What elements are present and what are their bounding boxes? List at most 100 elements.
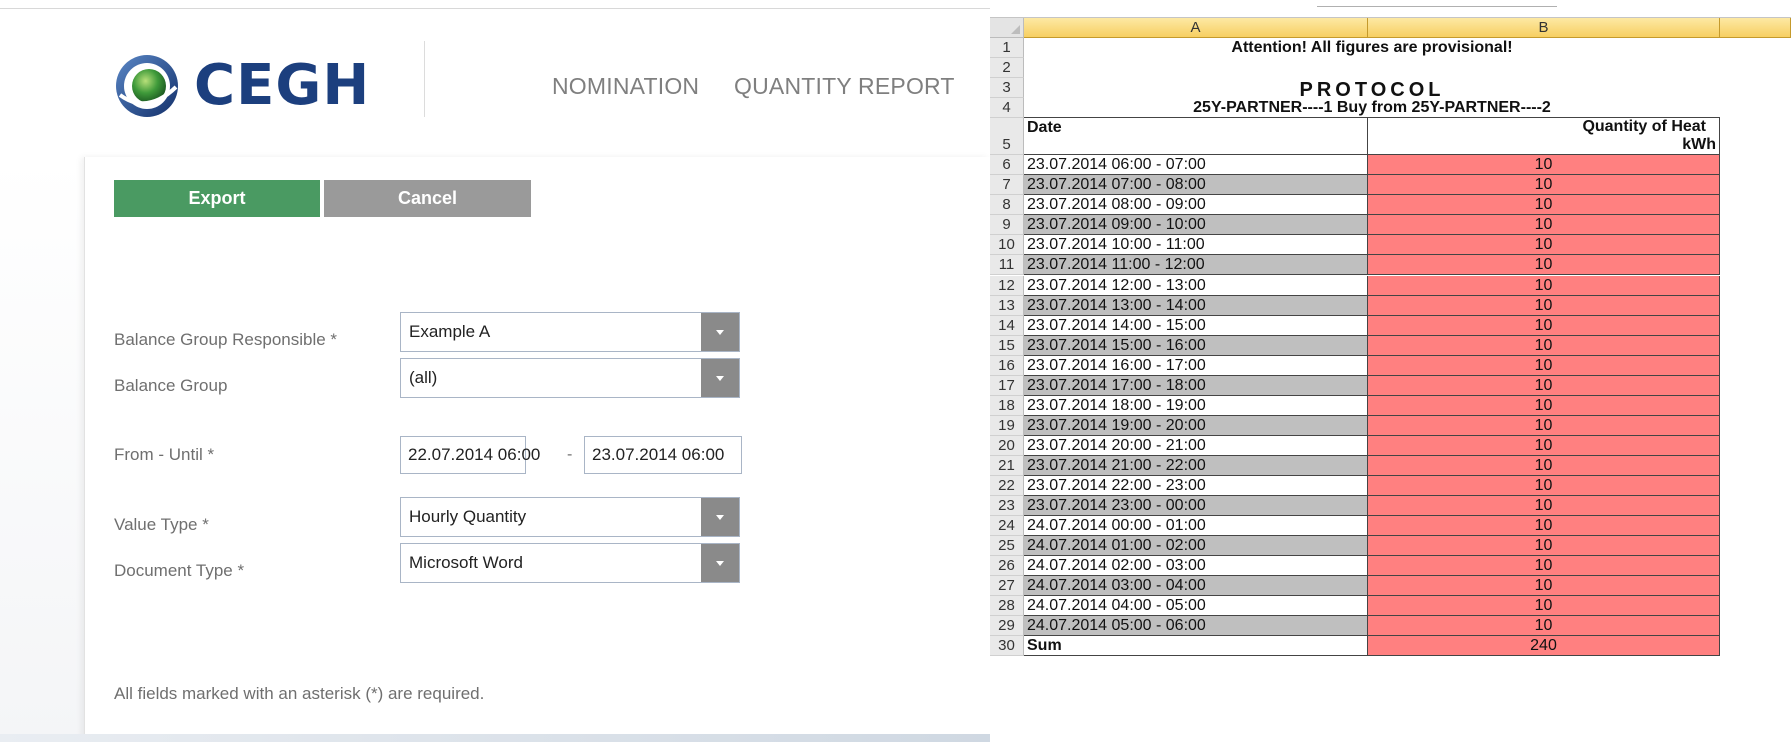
date-cell[interactable]: 23.07.2014 21:00 - 22:00 — [1024, 455, 1368, 476]
date-cell[interactable]: 23.07.2014 13:00 - 14:00 — [1024, 295, 1368, 316]
quantity-cell[interactable]: 10 — [1368, 275, 1720, 296]
balance-group-select[interactable]: (all) — [400, 358, 740, 398]
column-header-a[interactable]: A — [1024, 18, 1368, 38]
date-cell[interactable]: 23.07.2014 22:00 - 23:00 — [1024, 476, 1368, 497]
row-number[interactable]: 26 — [990, 556, 1024, 577]
row-number[interactable]: 5 — [990, 118, 1024, 156]
quantity-cell[interactable]: 10 — [1368, 616, 1720, 637]
chevron-down-icon[interactable] — [701, 313, 739, 351]
row-number[interactable]: 1 — [990, 38, 1024, 59]
row-number[interactable]: 28 — [990, 596, 1024, 617]
protocol-title: PROTOCOL — [1299, 79, 1445, 102]
quantity-cell[interactable]: 10 — [1368, 476, 1720, 497]
chevron-down-icon[interactable] — [701, 359, 739, 397]
row-number[interactable]: 10 — [990, 235, 1024, 256]
date-cell[interactable]: 23.07.2014 23:00 - 00:00 — [1024, 496, 1368, 517]
quantity-cell[interactable]: 10 — [1368, 215, 1720, 236]
quantity-cell[interactable]: 10 — [1368, 235, 1720, 256]
date-cell[interactable]: 23.07.2014 12:00 - 13:00 — [1024, 275, 1368, 296]
row-number[interactable]: 9 — [990, 215, 1024, 236]
date-cell[interactable]: 23.07.2014 15:00 - 16:00 — [1024, 335, 1368, 356]
date-cell[interactable]: 23.07.2014 08:00 - 09:00 — [1024, 195, 1368, 216]
date-cell[interactable]: 24.07.2014 00:00 - 01:00 — [1024, 516, 1368, 537]
row-number[interactable]: 7 — [990, 175, 1024, 196]
row-number[interactable]: 19 — [990, 415, 1024, 436]
cancel-button[interactable]: Cancel — [324, 180, 531, 217]
select-all-corner[interactable] — [990, 18, 1024, 38]
quantity-cell[interactable]: 10 — [1368, 335, 1720, 356]
row-number[interactable]: 18 — [990, 395, 1024, 416]
date-cell[interactable]: 24.07.2014 04:00 - 05:00 — [1024, 596, 1368, 617]
row-number[interactable]: 2 — [990, 58, 1024, 79]
document-type-select[interactable]: Microsoft Word — [400, 543, 740, 583]
date-cell[interactable]: 23.07.2014 09:00 - 10:00 — [1024, 215, 1368, 236]
row-number[interactable]: 12 — [990, 275, 1024, 296]
quantity-cell[interactable]: 10 — [1368, 295, 1720, 316]
row-number[interactable]: 8 — [990, 195, 1024, 216]
date-cell[interactable]: 23.07.2014 17:00 - 18:00 — [1024, 375, 1368, 396]
chevron-down-icon[interactable] — [701, 498, 739, 536]
row-number[interactable]: 22 — [990, 476, 1024, 497]
date-cell[interactable]: 23.07.2014 11:00 - 12:00 — [1024, 255, 1368, 276]
date-cell[interactable]: 23.07.2014 10:00 - 11:00 — [1024, 235, 1368, 256]
row-number[interactable]: 6 — [990, 155, 1024, 176]
quantity-cell[interactable]: 10 — [1368, 455, 1720, 476]
date-cell[interactable]: 23.07.2014 07:00 - 08:00 — [1024, 175, 1368, 196]
quantity-cell[interactable]: 10 — [1368, 496, 1720, 517]
export-button[interactable]: Export — [114, 180, 320, 217]
balance-group-responsible-select[interactable]: Example A — [400, 312, 740, 352]
row-number[interactable]: 4 — [990, 98, 1024, 119]
date-cell[interactable]: 24.07.2014 01:00 - 02:00 — [1024, 536, 1368, 557]
sum-label-cell[interactable]: Sum — [1024, 636, 1368, 657]
date-cell[interactable]: 23.07.2014 16:00 - 17:00 — [1024, 355, 1368, 376]
row-number[interactable]: 30 — [990, 636, 1024, 657]
quantity-cell[interactable]: 10 — [1368, 395, 1720, 416]
column-header-c[interactable] — [1720, 18, 1791, 38]
date-cell[interactable]: 23.07.2014 18:00 - 19:00 — [1024, 395, 1368, 416]
row-number[interactable]: 11 — [990, 255, 1024, 276]
quantity-cell[interactable]: 10 — [1368, 596, 1720, 617]
row-number[interactable]: 14 — [990, 315, 1024, 336]
quantity-cell[interactable]: 10 — [1368, 516, 1720, 537]
row-number[interactable]: 25 — [990, 536, 1024, 557]
date-cell[interactable]: 23.07.2014 14:00 - 15:00 — [1024, 315, 1368, 336]
quantity-cell[interactable]: 10 — [1368, 355, 1720, 376]
date-cell[interactable]: 23.07.2014 06:00 - 07:00 — [1024, 155, 1368, 176]
row-number[interactable]: 29 — [990, 616, 1024, 637]
chevron-down-icon[interactable] — [701, 544, 739, 582]
quantity-cell[interactable]: 10 — [1368, 536, 1720, 557]
date-cell[interactable]: 23.07.2014 20:00 - 21:00 — [1024, 435, 1368, 456]
from-date-input[interactable]: 22.07.2014 06:00 — [400, 436, 540, 474]
until-date-input[interactable]: 23.07.2014 06:00 — [584, 436, 742, 474]
column-header-b[interactable]: B — [1368, 18, 1720, 38]
row-number[interactable]: 24 — [990, 516, 1024, 537]
quantity-cell[interactable]: 10 — [1368, 576, 1720, 597]
row-number[interactable]: 13 — [990, 295, 1024, 316]
value-type-select[interactable]: Hourly Quantity — [400, 497, 740, 537]
date-cell[interactable]: 23.07.2014 19:00 - 20:00 — [1024, 415, 1368, 436]
quantity-cell[interactable]: 10 — [1368, 255, 1720, 276]
row-number[interactable]: 23 — [990, 496, 1024, 517]
row-number[interactable]: 27 — [990, 576, 1024, 597]
quantity-cell[interactable]: 10 — [1368, 415, 1720, 436]
quantity-cell[interactable]: 10 — [1368, 435, 1720, 456]
sum-quantity-cell[interactable]: 240 — [1368, 636, 1720, 657]
quantity-cell[interactable]: 10 — [1368, 315, 1720, 336]
date-cell[interactable]: 24.07.2014 05:00 - 06:00 — [1024, 616, 1368, 637]
row-number[interactable]: 16 — [990, 355, 1024, 376]
row-number[interactable]: 17 — [990, 375, 1024, 396]
date-cell[interactable]: 24.07.2014 02:00 - 03:00 — [1024, 556, 1368, 577]
row-number[interactable]: 3 — [990, 78, 1024, 99]
nav-quantity-report[interactable]: QUANTITY REPORT — [734, 73, 955, 100]
quantity-cell[interactable]: 10 — [1368, 195, 1720, 216]
row-number[interactable]: 20 — [990, 435, 1024, 456]
quantity-cell[interactable]: 10 — [1368, 375, 1720, 396]
nav-nomination[interactable]: NOMINATION — [552, 73, 699, 100]
quantity-cell[interactable]: 10 — [1368, 155, 1720, 176]
row-number[interactable]: 15 — [990, 335, 1024, 356]
row-number[interactable]: 21 — [990, 455, 1024, 476]
cegh-logo[interactable]: CEGH — [112, 51, 412, 121]
quantity-cell[interactable]: 10 — [1368, 556, 1720, 577]
quantity-cell[interactable]: 10 — [1368, 175, 1720, 196]
date-cell[interactable]: 24.07.2014 03:00 - 04:00 — [1024, 576, 1368, 597]
